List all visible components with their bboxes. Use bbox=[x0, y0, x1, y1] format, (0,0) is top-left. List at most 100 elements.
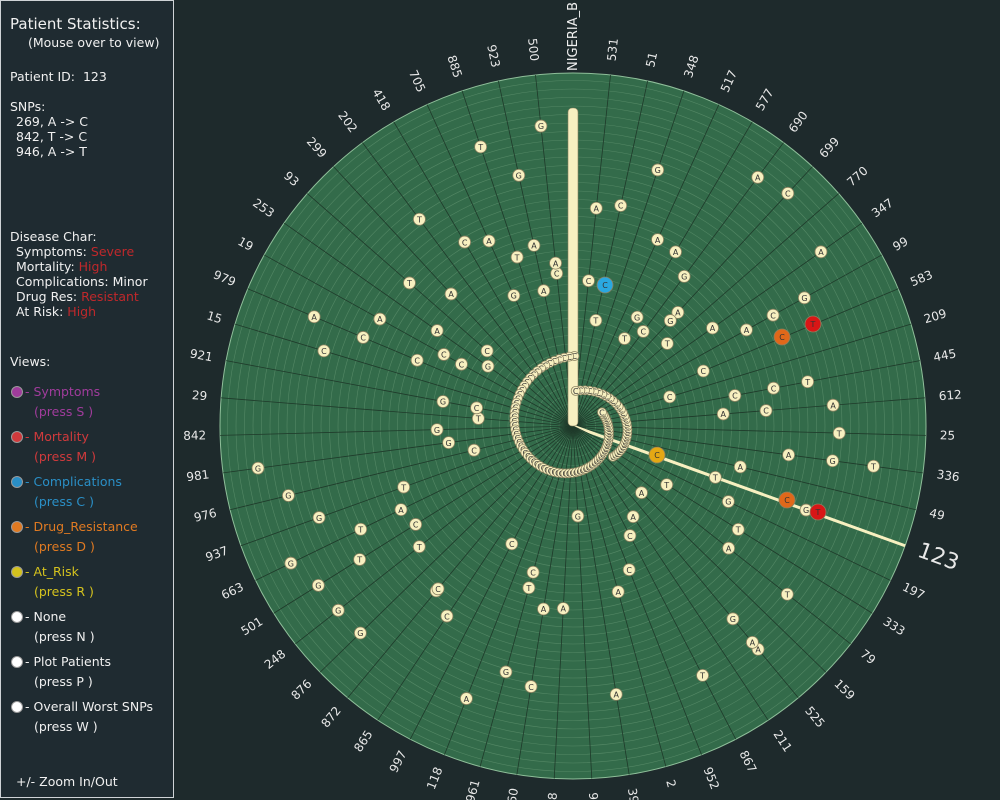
patient-label[interactable]: 253 bbox=[250, 196, 277, 221]
patient-label[interactable]: 49 bbox=[928, 506, 946, 523]
snp-marker-letter: A bbox=[738, 463, 744, 472]
patient-label[interactable]: 937 bbox=[204, 543, 230, 564]
view-option-label[interactable]: - None bbox=[25, 609, 66, 624]
view-option-label[interactable]: - Overall Worst SNPs bbox=[25, 699, 153, 714]
snp-marker-letter: A bbox=[541, 287, 547, 296]
snp-marker-letter: A bbox=[311, 313, 317, 322]
snp-marker-letter: T bbox=[836, 429, 842, 438]
snp-marker-letter: C bbox=[413, 521, 419, 530]
view-option-label[interactable]: - Mortality bbox=[25, 429, 89, 444]
view-option-key: (press P ) bbox=[34, 674, 93, 689]
patient-label[interactable]: 29 bbox=[191, 388, 207, 403]
patient-label[interactable]: 872 bbox=[318, 704, 343, 731]
patient-label[interactable]: 981 bbox=[186, 467, 211, 484]
snp-marker-letter: G bbox=[288, 559, 294, 568]
snp-marker-letter: C bbox=[785, 190, 791, 199]
patient-label[interactable]: 91 bbox=[586, 792, 601, 800]
patient-label[interactable]: 997 bbox=[387, 748, 410, 775]
patient-label[interactable]: 418 bbox=[369, 86, 393, 113]
view-color-dot[interactable] bbox=[11, 701, 23, 713]
patient-id-label: Patient ID: bbox=[10, 69, 76, 84]
patient-label[interactable]: 51 bbox=[643, 51, 660, 69]
snp-marker-letter: A bbox=[755, 174, 761, 183]
patient-label[interactable]: 921 bbox=[189, 346, 214, 364]
patient-label[interactable]: 865 bbox=[351, 728, 375, 755]
patient-label[interactable]: 118 bbox=[424, 765, 445, 791]
patient-label[interactable]: 531 bbox=[605, 38, 621, 62]
snp-marker-letter: G bbox=[725, 498, 731, 507]
snp-marker-letter: C bbox=[586, 277, 592, 286]
view-color-dot[interactable] bbox=[11, 386, 23, 398]
patient-label[interactable]: 248 bbox=[262, 647, 289, 672]
patient-label[interactable]: 525 bbox=[802, 704, 827, 731]
patient-label[interactable]: 93 bbox=[281, 169, 302, 190]
patient-label[interactable]: 961 bbox=[463, 778, 483, 800]
selected-patient-label[interactable]: 123 bbox=[914, 538, 962, 576]
patient-label[interactable]: 876 bbox=[288, 677, 314, 703]
patient-label[interactable]: 98 bbox=[545, 792, 560, 800]
radial-patient-visualization[interactable]: NIGERIA_B 531 51 348 517 577 690699770 347 99 583… bbox=[176, 0, 1000, 800]
patient-label[interactable]: 202 bbox=[335, 109, 360, 136]
view-color-dot[interactable] bbox=[11, 521, 23, 533]
view-option-key: (press W ) bbox=[34, 719, 98, 734]
patient-label[interactable]: 690 bbox=[786, 109, 811, 136]
patient-label[interactable]: 39 bbox=[625, 787, 641, 800]
snp-marker-letter: C bbox=[414, 356, 420, 365]
view-option-label[interactable]: - Plot Patients bbox=[25, 654, 111, 669]
patient-label[interactable]: 336 bbox=[936, 467, 961, 484]
patient-label[interactable]: 705 bbox=[406, 68, 428, 95]
view-option-label[interactable]: - At_Risk bbox=[25, 564, 79, 579]
patient-label[interactable]: 842 bbox=[183, 428, 206, 443]
patient-label[interactable]: 979 bbox=[211, 267, 238, 289]
patient-label[interactable]: 663 bbox=[219, 580, 246, 603]
snp-marker-letter: G bbox=[730, 615, 736, 624]
view-color-dot[interactable] bbox=[11, 566, 23, 578]
snp-marker-letter: G bbox=[538, 122, 544, 131]
patient-label[interactable]: 500 bbox=[525, 38, 541, 62]
snp-marker-letter: C bbox=[701, 367, 707, 376]
snp-marker-letter: T bbox=[804, 378, 810, 387]
patient-label[interactable]: 583 bbox=[908, 267, 935, 289]
patient-label[interactable]: 885 bbox=[444, 53, 464, 79]
patient-label[interactable]: 211 bbox=[770, 728, 794, 755]
patient-label[interactable]: 699 bbox=[816, 134, 842, 160]
patient-label[interactable]: 923 bbox=[484, 43, 503, 68]
snp-marker-letter: A bbox=[615, 588, 621, 597]
view-color-dot[interactable] bbox=[11, 476, 23, 488]
view-option-label[interactable]: - Drug_Resistance bbox=[25, 519, 138, 534]
patient-label[interactable]: 760 bbox=[504, 787, 521, 800]
patient-label[interactable]: 19 bbox=[235, 234, 255, 254]
view-option-label[interactable]: - Symptoms bbox=[25, 384, 100, 399]
patient-label[interactable]: 517 bbox=[718, 68, 740, 95]
patient-label[interactable]: 770 bbox=[844, 164, 870, 190]
patient-label[interactable]: 445 bbox=[932, 346, 957, 364]
patient-label[interactable]: 867 bbox=[736, 748, 759, 775]
view-option-label[interactable]: - Complications bbox=[25, 474, 122, 489]
patient-label[interactable]: 79 bbox=[858, 647, 879, 667]
patient-label[interactable]: 15 bbox=[205, 308, 224, 326]
snp-marker-letter: C bbox=[618, 202, 624, 211]
patient-label[interactable]: 347 bbox=[869, 196, 896, 221]
patient-label[interactable]: 159 bbox=[831, 677, 857, 703]
patient-label[interactable]: 2 bbox=[663, 778, 679, 789]
snp-marker-letter: G bbox=[667, 317, 673, 326]
patient-label[interactable]: 952 bbox=[701, 765, 722, 791]
patient-label[interactable]: 976 bbox=[192, 506, 218, 525]
view-color-dot[interactable] bbox=[11, 656, 23, 668]
patient-label[interactable]: 25 bbox=[940, 428, 956, 442]
snp-marker-letter: A bbox=[398, 506, 404, 515]
patient-label[interactable]: 501 bbox=[238, 614, 265, 638]
view-color-dot[interactable] bbox=[11, 611, 23, 623]
snp-marker-letter: G bbox=[575, 512, 581, 521]
patient-label[interactable]: 299 bbox=[304, 134, 330, 160]
patient-label[interactable]: 99 bbox=[890, 234, 910, 254]
snp-marker-letter: C bbox=[471, 446, 477, 455]
patient-label[interactable]: 333 bbox=[881, 614, 908, 638]
view-color-dot[interactable] bbox=[11, 431, 23, 443]
patient-label[interactable]: 577 bbox=[753, 86, 777, 113]
patient-label[interactable]: 348 bbox=[681, 53, 701, 79]
patient-label[interactable]: 612 bbox=[938, 387, 962, 403]
patient-label[interactable]: 197 bbox=[900, 580, 927, 603]
patient-label[interactable]: 209 bbox=[922, 306, 948, 326]
disease-char-row: Complications: Minor bbox=[16, 274, 148, 289]
